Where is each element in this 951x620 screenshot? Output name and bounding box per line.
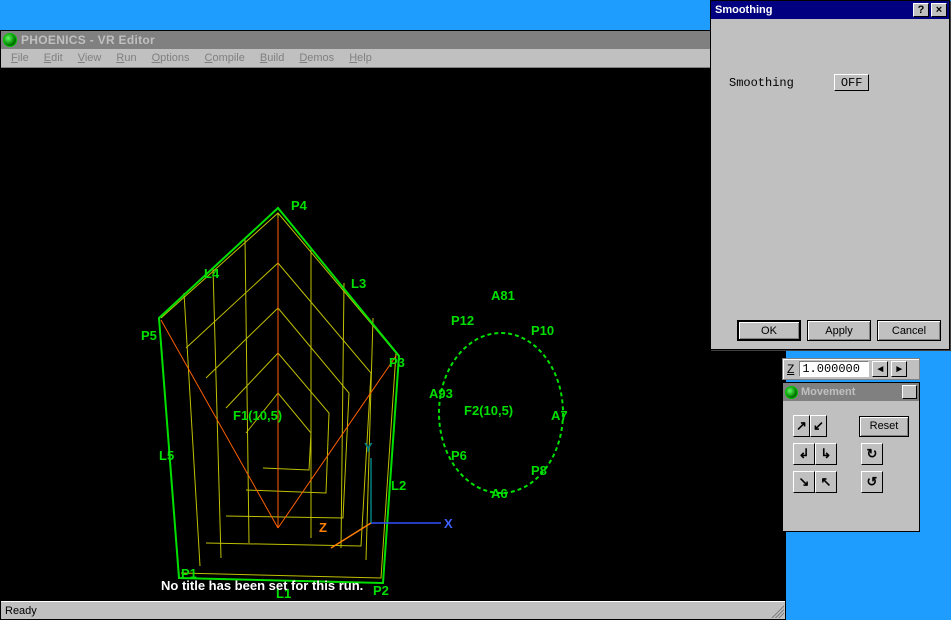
menu-file[interactable]: File <box>5 51 35 65</box>
menu-help[interactable]: Help <box>343 51 378 65</box>
label-p6: P6 <box>451 448 467 463</box>
run-caption: No title has been set for this run. <box>161 578 363 593</box>
menu-demos[interactable]: Demos <box>293 51 340 65</box>
window-titlebar[interactable]: PHOENICS - VR Editor <box>1 31 785 49</box>
geometry-svg <box>1 68 785 601</box>
z-value-input[interactable] <box>799 361 869 377</box>
label-p10: P10 <box>531 323 554 338</box>
ok-button[interactable]: OK <box>737 320 801 341</box>
movement-toolbox: Movement × ↗ ↙ Reset ↲ ↳ ↻ ↘ ↖ ↺ <box>782 382 920 532</box>
move-up-left-icon[interactable]: ↗ <box>793 415 810 437</box>
label-p2: P2 <box>373 583 389 598</box>
move-up-right-icon[interactable]: ↖ <box>815 471 837 493</box>
move-right-icon[interactable]: ↳ <box>815 443 837 465</box>
menu-compile[interactable]: Compile <box>199 51 251 65</box>
z-value-bar: Z ◄ ► <box>782 358 920 380</box>
movement-close-icon[interactable]: × <box>902 385 917 399</box>
label-a7: A7 <box>551 408 568 423</box>
label-p12: P12 <box>451 313 474 328</box>
vr-editor-window: PHOENICS - VR Editor File Edit View Run … <box>0 30 786 620</box>
move-down-right-icon[interactable]: ↘ <box>793 471 815 493</box>
label-a81: A81 <box>491 288 515 303</box>
label-f1: F1(10,5) <box>233 408 282 423</box>
smoothing-toggle[interactable]: OFF <box>834 74 870 91</box>
axis-y-label: Y <box>364 440 373 455</box>
movement-title: Movement <box>801 386 855 398</box>
cancel-button[interactable]: Cancel <box>877 320 941 341</box>
dialog-title: Smoothing <box>715 4 772 16</box>
z-axis-label: Z <box>785 362 796 376</box>
label-l5: L5 <box>159 448 174 463</box>
axis-z-label: Z <box>319 520 327 535</box>
z-increment-icon[interactable]: ► <box>891 361 907 377</box>
menu-options[interactable]: Options <box>146 51 196 65</box>
label-p5: P5 <box>141 328 157 343</box>
smoothing-dialog: Smoothing ? × Smoothing OFF OK Apply Can… <box>710 0 950 350</box>
menu-build[interactable]: Build <box>254 51 290 65</box>
menu-view[interactable]: View <box>72 51 108 65</box>
label-p8: P8 <box>531 463 547 478</box>
move-down-left-icon[interactable]: ↙ <box>810 415 827 437</box>
resize-grip-icon[interactable] <box>770 604 784 618</box>
status-text: Ready <box>5 605 37 617</box>
smoothing-field-label: Smoothing <box>729 76 794 90</box>
viewport-3d[interactable]: P4 P5 P3 P2 P1 L4 L3 L5 L2 L1 F1(10,5) A… <box>1 68 785 601</box>
label-p4: P4 <box>291 198 307 213</box>
dialog-titlebar[interactable]: Smoothing ? × <box>711 1 949 19</box>
label-f2: F2(10,5) <box>464 403 513 418</box>
label-a6: A6 <box>491 486 508 501</box>
reset-button[interactable]: Reset <box>859 416 909 437</box>
z-decrement-icon[interactable]: ◄ <box>872 361 888 377</box>
label-p3: P3 <box>389 355 405 370</box>
apply-button[interactable]: Apply <box>807 320 871 341</box>
move-left-icon[interactable]: ↲ <box>793 443 815 465</box>
menu-edit[interactable]: Edit <box>38 51 69 65</box>
menu-run[interactable]: Run <box>110 51 142 65</box>
rotate-ccw-icon[interactable]: ↺ <box>861 471 883 493</box>
movement-app-icon <box>785 386 798 399</box>
app-icon <box>3 33 17 47</box>
window-title: PHOENICS - VR Editor <box>21 33 155 47</box>
close-icon[interactable]: × <box>931 3 947 17</box>
status-bar: Ready <box>1 601 785 619</box>
rotate-cw-icon[interactable]: ↻ <box>861 443 883 465</box>
label-l3: L3 <box>351 276 366 291</box>
axis-x-label: X <box>444 516 453 531</box>
movement-titlebar[interactable]: Movement × <box>783 383 919 401</box>
label-l4: L4 <box>204 266 219 281</box>
help-icon[interactable]: ? <box>913 3 929 17</box>
menubar: File Edit View Run Options Compile Build… <box>1 49 785 68</box>
label-l2: L2 <box>391 478 406 493</box>
label-a93: A93 <box>429 386 453 401</box>
